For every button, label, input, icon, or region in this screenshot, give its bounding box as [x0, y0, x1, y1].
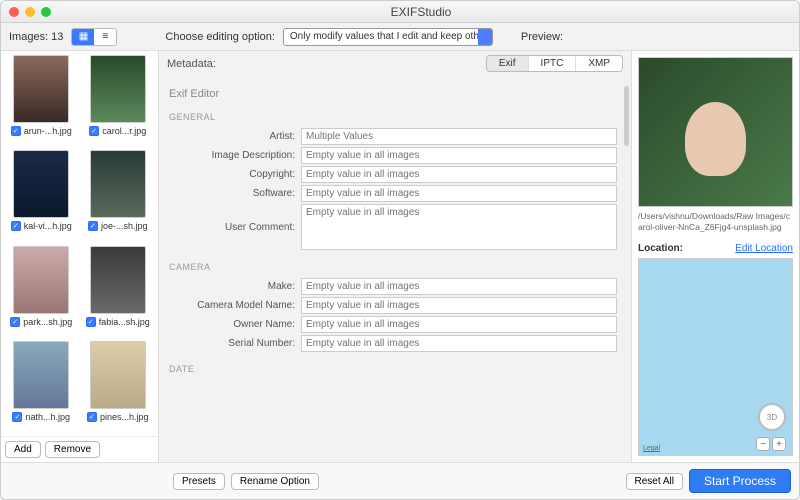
close-icon[interactable]: [9, 7, 19, 17]
thumb-item[interactable]: ✓kal-vi...h.jpg: [5, 150, 78, 241]
section-camera: CAMERA: [165, 252, 617, 276]
checkbox-icon[interactable]: ✓: [86, 317, 96, 327]
preview-image: [638, 57, 793, 207]
zoom-icon[interactable]: [41, 7, 51, 17]
checkbox-icon[interactable]: ✓: [11, 221, 21, 231]
artist-input[interactable]: [301, 128, 617, 145]
thumb-item[interactable]: ✓arun-...h.jpg: [5, 55, 78, 146]
artist-label: Artist:: [165, 131, 295, 142]
serial-label: Serial Number:: [165, 338, 295, 349]
thumb-image[interactable]: [13, 341, 69, 409]
serial-input[interactable]: [301, 335, 617, 352]
presets-button[interactable]: Presets: [173, 473, 225, 490]
thumb-filename: nath...h.jpg: [25, 412, 70, 422]
software-label: Software:: [165, 188, 295, 199]
thumbnail-grid[interactable]: ✓arun-...h.jpg ✓carol...r.jpg ✓kal-vi...…: [1, 51, 158, 436]
grid-view-icon[interactable]: ▦: [72, 29, 94, 45]
checkbox-icon[interactable]: ✓: [11, 126, 21, 136]
editor-title: Exif Editor: [165, 82, 617, 102]
metadata-label: Metadata:: [167, 58, 486, 70]
rename-option-button[interactable]: Rename Option: [231, 473, 319, 490]
thumb-image[interactable]: [13, 150, 69, 218]
app-window: EXIFStudio Images: 13 ▦ ≡ Choose editing…: [0, 0, 800, 500]
copyright-label: Copyright:: [165, 169, 295, 180]
make-input[interactable]: [301, 278, 617, 295]
edit-location-link[interactable]: Edit Location: [735, 243, 793, 254]
editing-option-value: Only modify values that I edit and keep …: [290, 31, 493, 42]
tab-iptc[interactable]: IPTC: [529, 56, 577, 71]
thumb-filename: carol...r.jpg: [102, 126, 146, 136]
checkbox-icon[interactable]: ✓: [88, 221, 98, 231]
model-input[interactable]: [301, 297, 617, 314]
tab-exif[interactable]: Exif: [487, 56, 529, 71]
main-body: ✓arun-...h.jpg ✓carol...r.jpg ✓kal-vi...…: [1, 51, 799, 462]
editing-option-select[interactable]: Only modify values that I edit and keep …: [283, 28, 493, 46]
checkbox-icon[interactable]: ✓: [12, 412, 22, 422]
preview-heading: Preview:: [521, 31, 563, 43]
thumb-filename: park...sh.jpg: [23, 317, 72, 327]
metadata-tabs: Exif IPTC XMP: [486, 55, 623, 72]
minimize-icon[interactable]: [25, 7, 35, 17]
thumb-filename: arun-...h.jpg: [24, 126, 72, 136]
editor-scroll[interactable]: Exif Editor GENERAL Artist: Image Descri…: [159, 76, 631, 462]
compass-icon[interactable]: 3D: [758, 403, 786, 431]
thumb-filename: pines...h.jpg: [100, 412, 149, 422]
thumb-item[interactable]: ✓joe-...sh.jpg: [82, 150, 155, 241]
checkbox-icon[interactable]: ✓: [10, 317, 20, 327]
tab-xmp[interactable]: XMP: [576, 56, 622, 71]
owner-label: Owner Name:: [165, 319, 295, 330]
start-process-button[interactable]: Start Process: [689, 469, 791, 493]
thumb-filename: joe-...sh.jpg: [101, 221, 148, 231]
thumb-item[interactable]: ✓fabia...sh.jpg: [82, 246, 155, 337]
map-view[interactable]: 3D − + Legal: [638, 258, 793, 456]
thumb-item[interactable]: ✓pines...h.jpg: [82, 341, 155, 432]
preview-filepath: /Users/vishnu/Downloads/Raw Images/carol…: [638, 207, 793, 241]
thumb-image[interactable]: [90, 55, 146, 123]
imgdesc-label: Image Description:: [165, 150, 295, 161]
section-date: DATE: [165, 354, 617, 378]
images-count-label: Images: 13: [9, 31, 63, 43]
thumb-filename: kal-vi...h.jpg: [24, 221, 72, 231]
list-view-icon[interactable]: ≡: [94, 29, 116, 45]
thumb-item[interactable]: ✓carol...r.jpg: [82, 55, 155, 146]
checkbox-icon[interactable]: ✓: [87, 412, 97, 422]
thumb-image[interactable]: [90, 246, 146, 314]
image-sidebar: ✓arun-...h.jpg ✓carol...r.jpg ✓kal-vi...…: [1, 51, 159, 462]
zoom-out-button[interactable]: −: [756, 437, 770, 451]
titlebar: EXIFStudio: [1, 1, 799, 23]
app-title: EXIFStudio: [51, 5, 791, 19]
window-controls: [9, 7, 51, 17]
choose-option-label: Choose editing option:: [165, 31, 274, 43]
zoom-in-button[interactable]: +: [772, 437, 786, 451]
model-label: Camera Model Name:: [165, 300, 295, 311]
usercomment-label: User Comment:: [165, 222, 295, 233]
view-toggle[interactable]: ▦ ≡: [71, 28, 117, 46]
scrollbar[interactable]: [624, 86, 629, 146]
bottom-bar: Presets Rename Option Reset All Start Pr…: [1, 462, 799, 499]
thumb-item[interactable]: ✓park...sh.jpg: [5, 246, 78, 337]
software-input[interactable]: [301, 185, 617, 202]
thumb-image[interactable]: [90, 341, 146, 409]
preview-panel: /Users/vishnu/Downloads/Raw Images/carol…: [631, 51, 799, 462]
reset-all-button[interactable]: Reset All: [626, 473, 683, 490]
thumb-image[interactable]: [90, 150, 146, 218]
copyright-input[interactable]: [301, 166, 617, 183]
editor-panel: Metadata: Exif IPTC XMP Exif Editor GENE…: [159, 51, 631, 462]
checkbox-icon[interactable]: ✓: [89, 126, 99, 136]
imgdesc-input[interactable]: [301, 147, 617, 164]
remove-button[interactable]: Remove: [45, 441, 100, 458]
owner-input[interactable]: [301, 316, 617, 333]
toolbar: Images: 13 ▦ ≡ Choose editing option: On…: [1, 23, 799, 51]
location-label: Location:: [638, 243, 683, 254]
add-button[interactable]: Add: [5, 441, 41, 458]
map-legal-link[interactable]: Legal: [643, 445, 660, 452]
thumb-item[interactable]: ✓nath...h.jpg: [5, 341, 78, 432]
thumb-image[interactable]: [13, 246, 69, 314]
thumb-image[interactable]: [13, 55, 69, 123]
make-label: Make:: [165, 281, 295, 292]
section-general: GENERAL: [165, 102, 617, 126]
thumb-filename: fabia...sh.jpg: [99, 317, 150, 327]
usercomment-input[interactable]: [301, 204, 617, 250]
